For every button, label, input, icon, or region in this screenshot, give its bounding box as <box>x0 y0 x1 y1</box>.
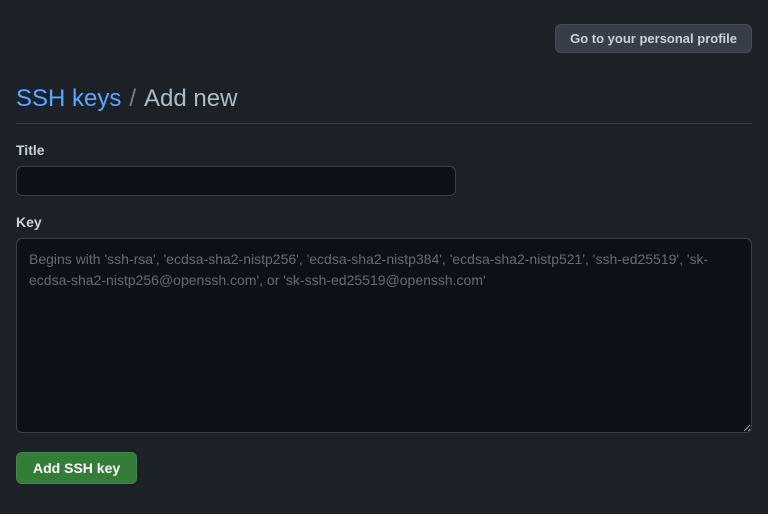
title-form-group: Title <box>16 142 752 196</box>
top-bar: Go to your personal profile <box>0 0 768 53</box>
go-to-profile-button[interactable]: Go to your personal profile <box>555 24 752 53</box>
title-label: Title <box>16 142 752 158</box>
breadcrumb-ssh-keys-link[interactable]: SSH keys <box>16 85 121 113</box>
key-label: Key <box>16 214 752 230</box>
title-input[interactable] <box>16 166 456 196</box>
main-content: SSH keys / Add new Title Key Add SSH key <box>0 53 768 484</box>
key-form-group: Key <box>16 214 752 436</box>
breadcrumb-separator: / <box>129 85 136 113</box>
breadcrumb: SSH keys / Add new <box>16 85 752 124</box>
add-ssh-key-button[interactable]: Add SSH key <box>16 452 137 484</box>
key-textarea[interactable] <box>16 238 752 433</box>
breadcrumb-current: Add new <box>144 85 237 113</box>
